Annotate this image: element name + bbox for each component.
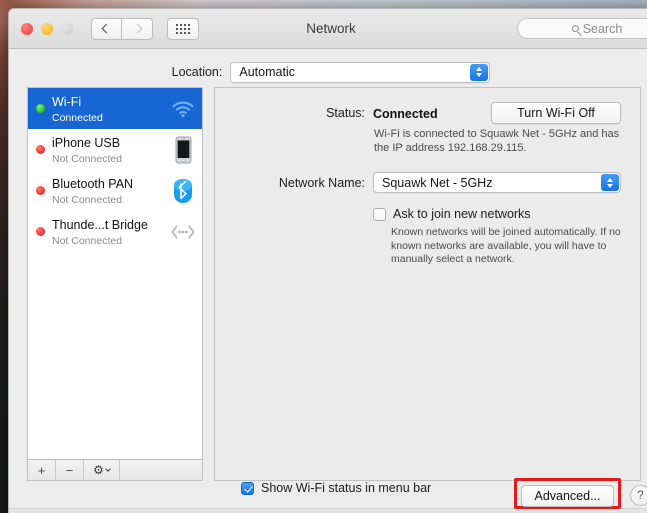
network-name-row: Network Name: Squawk Net - 5GHz xyxy=(215,172,640,193)
status-led-icon xyxy=(36,145,45,154)
search-input[interactable]: Search xyxy=(517,18,647,39)
wifi-settings-panel: Status: Connected Turn Wi-Fi Off Wi-Fi i… xyxy=(214,87,641,481)
location-label: Location: xyxy=(171,65,223,79)
ask-to-join-description: Known networks will be joined automatica… xyxy=(391,226,621,265)
ask-to-join-label: Ask to join new networks xyxy=(393,207,531,221)
chevron-updown-icon xyxy=(470,63,489,81)
sidebar-item-state: Not Connected xyxy=(52,194,123,206)
turn-wifi-off-button[interactable]: Turn Wi-Fi Off xyxy=(491,102,621,124)
location-popup-button[interactable]: Automatic xyxy=(230,61,491,83)
status-description: Wi-Fi is connected to Squawk Net - 5GHz … xyxy=(374,128,620,154)
bluetooth-icon xyxy=(170,177,196,205)
location-row: Location: Automatic xyxy=(9,49,647,87)
ask-to-join-row[interactable]: Ask to join new networks xyxy=(373,207,640,221)
thunderbolt-bridge-icon xyxy=(170,218,196,246)
search-icon xyxy=(571,25,579,32)
sidebar-item-state: Connected xyxy=(52,112,103,124)
status-label: Status: xyxy=(326,106,365,120)
sidebar-item-state: Not Connected xyxy=(52,235,123,247)
location-value: Automatic xyxy=(239,65,295,79)
ask-to-join-checkbox[interactable] xyxy=(373,207,386,221)
sidebar-item-bluetooth-pan[interactable]: Bluetooth PAN Not Connected xyxy=(28,170,202,211)
sidebar-item-state: Not Connected xyxy=(52,153,123,165)
advanced-button[interactable]: Advanced... xyxy=(521,485,614,507)
sidebar-item-wifi[interactable]: Wi-Fi Connected xyxy=(28,88,202,129)
show-wifi-status-row[interactable]: Show Wi-Fi status in menu bar xyxy=(241,481,431,495)
status-value: Connected xyxy=(373,107,438,121)
iphone-icon xyxy=(170,136,196,164)
chevron-updown-icon xyxy=(601,174,619,191)
show-wifi-status-label: Show Wi-Fi status in menu bar xyxy=(261,481,432,495)
services-sidebar: Wi-Fi Connected iPhone USB Not Connected… xyxy=(27,87,203,481)
sidebar-item-iphone-usb[interactable]: iPhone USB Not Connected xyxy=(28,129,202,170)
sidebar-item-thunderbolt-bridge[interactable]: Thunde...t Bridge Not Connected xyxy=(28,211,202,252)
window-titlebar: Network Search xyxy=(9,9,647,49)
help-button[interactable]: ? xyxy=(630,485,647,506)
network-preferences-window: Network Search Location: Automatic Wi-Fi xyxy=(8,8,647,513)
status-led-icon xyxy=(36,227,45,236)
show-wifi-status-checkbox[interactable] xyxy=(241,481,254,495)
sidebar-item-label: iPhone USB xyxy=(52,136,121,150)
status-led-icon xyxy=(36,104,45,113)
status-led-icon xyxy=(36,186,45,195)
network-name-popup-button[interactable]: Squawk Net - 5GHz xyxy=(373,172,621,193)
network-name-value: Squawk Net - 5GHz xyxy=(382,175,493,190)
preferences-content: Wi-Fi Connected iPhone USB Not Connected… xyxy=(9,87,647,481)
network-name-label: Network Name: xyxy=(278,175,365,190)
sidebar-item-label: Bluetooth PAN xyxy=(52,177,134,191)
search-placeholder: Search xyxy=(582,21,623,36)
sidebar-item-label: Wi-Fi xyxy=(52,95,82,109)
services-list[interactable]: Wi-Fi Connected iPhone USB Not Connected… xyxy=(27,87,203,459)
wifi-icon xyxy=(170,95,196,123)
sidebar-item-label: Thunde...t Bridge xyxy=(52,218,148,232)
